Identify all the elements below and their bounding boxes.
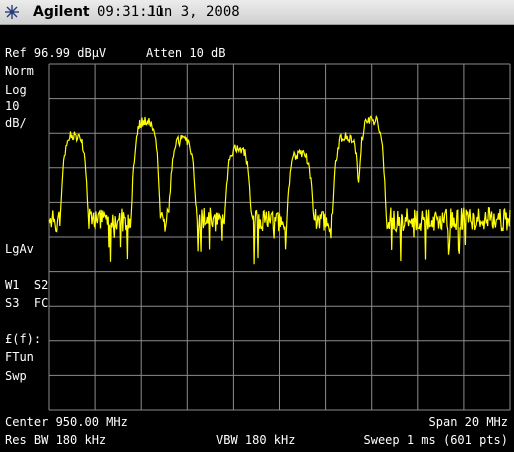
spectrum-display xyxy=(48,63,511,411)
graticule xyxy=(48,63,511,411)
